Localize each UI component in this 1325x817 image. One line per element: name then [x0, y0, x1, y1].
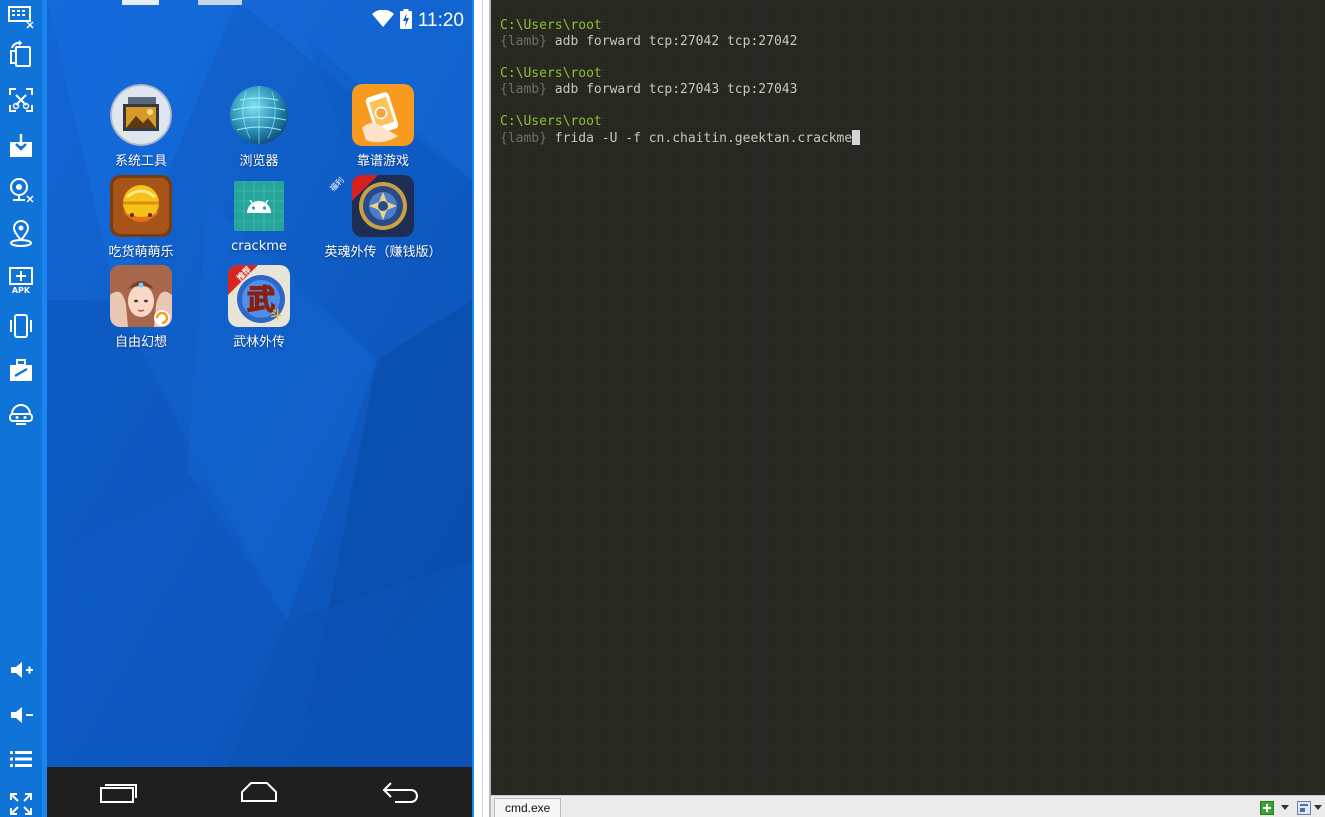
terminal-input-line[interactable]: {lamb} frida -U -f cn.chaitin.geektan.cr… — [500, 130, 1325, 146]
app-browser[interactable]: 浏览器 — [199, 84, 319, 169]
terminal-path-line: C:\Users\root — [500, 114, 602, 129]
install-icon[interactable] — [5, 130, 37, 162]
app-system-tools[interactable]: 系统工具 — [81, 84, 201, 169]
apk-label: APK — [12, 286, 31, 294]
status-bar: 11:20 — [371, 8, 464, 34]
battery-charging-icon — [399, 9, 412, 33]
app-crackme[interactable]: crackme — [199, 177, 319, 254]
yinghun-game-icon: 福利 — [328, 175, 414, 237]
apk-icon[interactable]: APK — [5, 264, 37, 296]
app-kaopu-games[interactable]: 靠谱游戏 — [323, 84, 443, 169]
app-food-game[interactable]: 吃货萌萌乐 — [81, 175, 201, 260]
app-label: 英魂外传（赚钱版） — [324, 245, 442, 260]
emulator-tab-indicators — [122, 0, 242, 5]
app-label: 系统工具 — [114, 154, 167, 169]
wulin-game-icon: 武斗推荐 — [228, 265, 290, 327]
terminal-command-line: {lamb} adb forward tcp:27043 tcp:27043 — [500, 82, 798, 97]
chevron-down-icon[interactable] — [1314, 805, 1322, 810]
terminal-console[interactable]: C:\Users\root {lamb} adb forward tcp:270… — [491, 0, 1325, 795]
fullscreen-icon[interactable] — [5, 788, 37, 817]
wulin-glyph-2: 斗 — [271, 308, 282, 321]
volume-down-icon[interactable] — [5, 699, 37, 731]
toolbox-icon[interactable] — [5, 354, 37, 386]
screenshot-icon[interactable] — [5, 84, 37, 116]
view-icon[interactable] — [1297, 800, 1311, 815]
terminal-command-line: {lamb} adb forward tcp:27042 tcp:27042 — [500, 34, 798, 49]
app-yinghun[interactable]: 福利 英魂外传（赚钱版） — [310, 175, 456, 260]
wifi-icon — [371, 9, 394, 32]
app-label: 靠谱游戏 — [356, 154, 409, 169]
window-divider — [474, 0, 491, 817]
home-icon[interactable] — [229, 772, 289, 812]
android-screen: 11:20 系统工具 浏览器 靠谱游戏 吃货萌萌乐 crackme 福利 英魂外… — [42, 0, 474, 817]
shake-icon[interactable] — [5, 310, 37, 342]
text-cursor — [852, 130, 861, 145]
recent-apps-icon[interactable] — [88, 772, 148, 812]
volume-up-icon[interactable] — [5, 654, 37, 686]
app-label: crackme — [231, 239, 287, 254]
food-game-icon — [110, 175, 172, 237]
status-clock: 11:20 — [417, 10, 464, 31]
terminal-tab-bar: cmd.exe — [491, 795, 1325, 817]
browser-icon — [228, 84, 290, 146]
camera-icon[interactable] — [5, 174, 37, 206]
new-tab-icon[interactable] — [1260, 800, 1274, 815]
kaopu-games-icon — [352, 84, 414, 146]
app-label: 自由幻想 — [114, 335, 167, 350]
app-label: 武林外传 — [232, 335, 285, 350]
app-wulin[interactable]: 武斗推荐 武林外传 — [199, 265, 319, 350]
rotate-screen-icon[interactable] — [5, 38, 37, 70]
app-label: 浏览器 — [239, 154, 279, 169]
tab-cmd[interactable]: cmd.exe — [494, 798, 562, 817]
multi-instance-icon[interactable] — [5, 398, 37, 430]
terminal-path-line: C:\Users\root — [500, 66, 602, 81]
terminal-path-line: C:\Users\root — [500, 18, 602, 33]
keyboard-icon[interactable] — [5, 0, 37, 32]
ziyou-game-icon — [110, 265, 172, 327]
system-tools-icon — [110, 84, 172, 146]
emulator-toolbar: APK — [0, 0, 42, 817]
back-icon[interactable] — [371, 772, 431, 812]
app-label: 吃货萌萌乐 — [108, 245, 174, 260]
android-nav-bar — [47, 767, 472, 817]
menu-icon[interactable] — [5, 743, 37, 775]
android-app-icon — [234, 181, 284, 231]
app-ziyou[interactable]: 自由幻想 — [81, 265, 201, 350]
location-icon[interactable] — [5, 218, 37, 250]
chevron-down-icon[interactable] — [1281, 805, 1289, 810]
